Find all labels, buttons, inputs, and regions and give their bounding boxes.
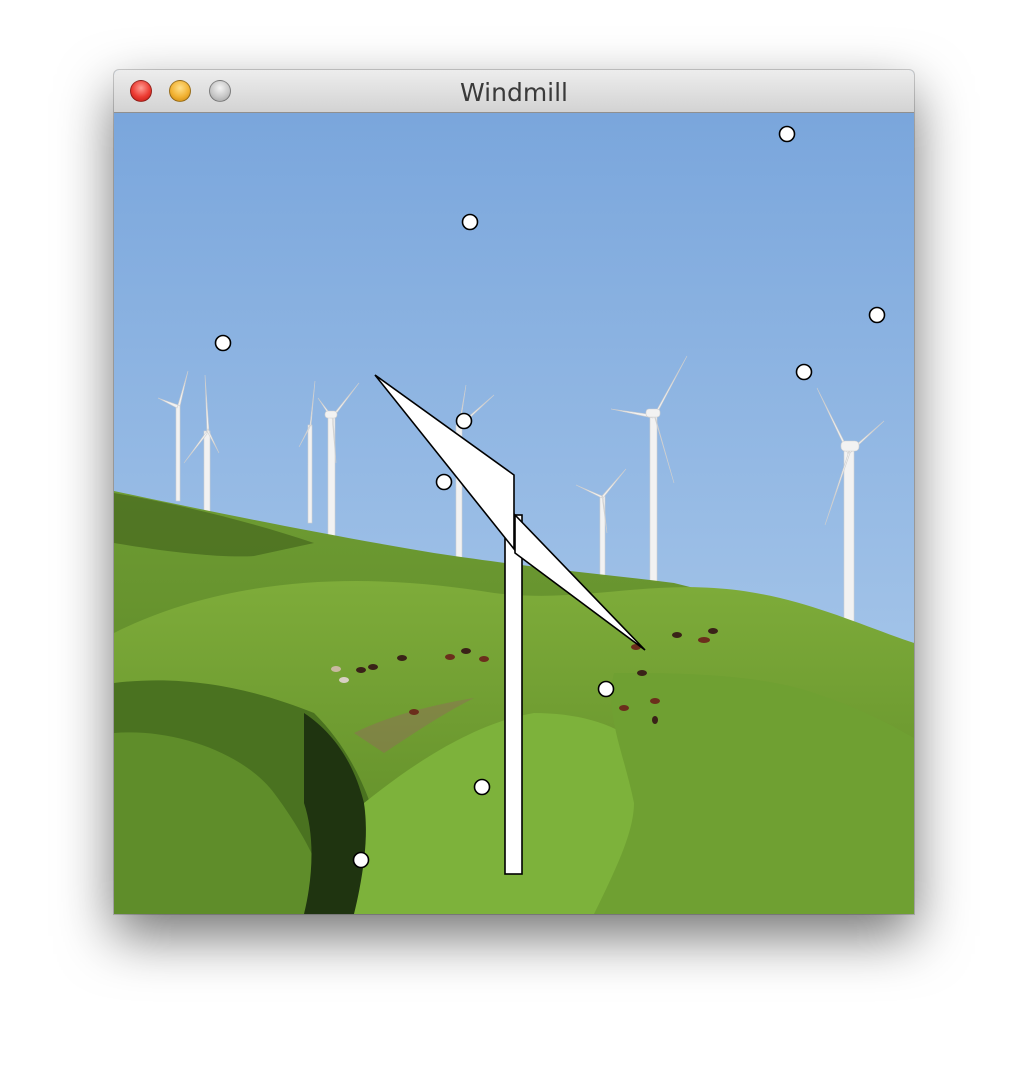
control-point[interactable]	[461, 213, 479, 231]
control-point[interactable]	[473, 778, 491, 796]
windmill-tower[interactable]	[504, 514, 523, 875]
control-point[interactable]	[435, 473, 453, 491]
control-point[interactable]	[778, 125, 796, 143]
control-point[interactable]	[352, 851, 370, 869]
control-point[interactable]	[214, 334, 232, 352]
control-point[interactable]	[597, 680, 615, 698]
control-point[interactable]	[455, 412, 473, 430]
drawing-canvas[interactable]	[114, 113, 914, 914]
app-window: Windmill	[114, 70, 914, 914]
title-bar[interactable]: Windmill	[114, 70, 914, 113]
control-point[interactable]	[795, 363, 813, 381]
window-title: Windmill	[459, 78, 569, 107]
control-point[interactable]	[868, 306, 886, 324]
